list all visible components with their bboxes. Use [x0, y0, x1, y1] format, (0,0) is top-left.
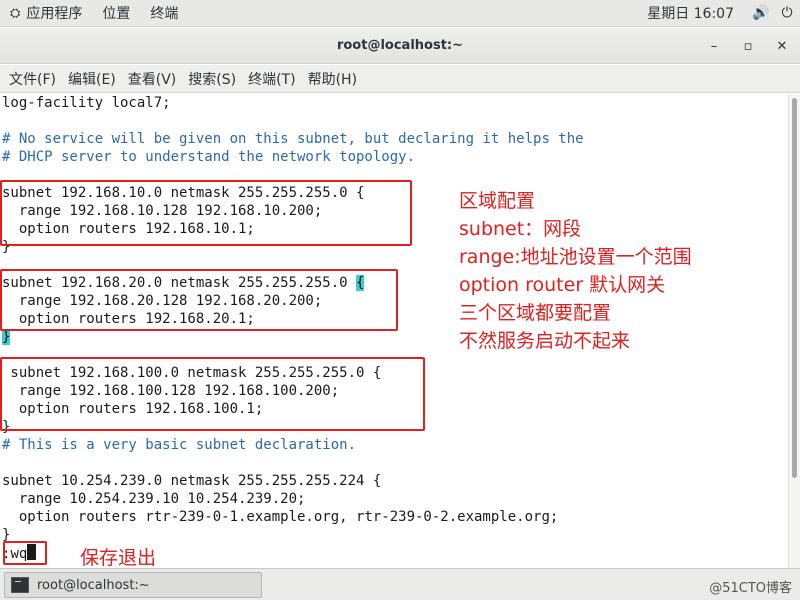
watermark: @51CTO博客 [709, 581, 792, 596]
menu-view[interactable]: 查看(V) [122, 69, 183, 89]
terminal-line: range 10.254.239.10 10.254.239.20; [2, 491, 306, 507]
apps-icon: ⛭ [10, 5, 21, 21]
menu-search[interactable]: 搜索(S) [182, 69, 242, 89]
annotation-save-note: 保存退出 [80, 547, 157, 569]
menu-help[interactable]: 帮助(H) [302, 69, 363, 89]
annotation-box-subnet-10 [0, 180, 412, 246]
annotation-box-subnet-20 [0, 269, 398, 331]
window-titlebar[interactable]: root@localhost:~ – ▫ ✕ [0, 28, 800, 64]
annotation-note: 三个区域都要配置 [459, 302, 612, 324]
taskbar-terminal-item[interactable]: root@localhost:~ [4, 572, 262, 598]
scrollbar-thumb[interactable] [792, 98, 797, 478]
terminal-line: subnet 10.254.239.0 netmask 255.255.255.… [2, 473, 382, 489]
menu-file[interactable]: 文件(F) [3, 69, 62, 89]
terminal-line: # No service will be given on this subne… [2, 131, 584, 147]
maximize-button[interactable]: ▫ [737, 35, 759, 57]
clock[interactable]: 星期日 16:07 [633, 3, 748, 23]
taskbar-item-label: root@localhost:~ [37, 577, 150, 593]
annotation-note: range:地址池设置一个范围 [459, 246, 692, 268]
annotation-note: 不然服务启动不起来 [459, 330, 631, 352]
annotation-note: 区域配置 [459, 190, 536, 212]
matched-close-brace: } [2, 329, 11, 345]
applications-menu[interactable]: ⛭ 应用程序 [0, 0, 92, 27]
terminal-app-menu[interactable]: 终端 [140, 0, 188, 27]
close-button[interactable]: ✕ [771, 35, 793, 57]
terminal-icon [11, 577, 29, 593]
terminal-line: # This is a very basic subnet declaratio… [2, 437, 357, 453]
top-panel: ⛭ 应用程序 位置 终端 星期日 16:07 🔊 ⏻ [0, 0, 800, 27]
menubar: 文件(F) 编辑(E) 查看(V) 搜索(S) 终端(T) 帮助(H) [0, 65, 800, 93]
terminal-scrollbar[interactable] [788, 94, 800, 568]
menu-terminal[interactable]: 终端(T) [242, 69, 301, 89]
terminal-line: # DHCP server to understand the network … [2, 149, 416, 165]
annotation-box-subnet-100 [0, 357, 425, 431]
terminal-line: log-facility local7; [2, 95, 171, 111]
terminal-area[interactable]: log-facility local7; # No service will b… [0, 94, 788, 568]
taskbar: root@localhost:~ @51CTO博客 [0, 568, 800, 600]
power-icon[interactable]: ⏻ [774, 0, 800, 27]
minimize-button[interactable]: – [703, 35, 725, 57]
places-menu[interactable]: 位置 [92, 0, 140, 27]
annotation-note: subnet：网段 [459, 218, 582, 240]
menu-edit[interactable]: 编辑(E) [62, 69, 122, 89]
speaker-icon[interactable]: 🔊 [748, 0, 774, 27]
applications-menu-label: 应用程序 [26, 6, 83, 22]
annotation-box-wq [3, 541, 47, 565]
annotation-note: option router 默认网关 [459, 274, 666, 296]
terminal-line: option routers rtr-239-0-1.example.org, … [2, 509, 559, 525]
window-title: root@localhost:~ [336, 38, 464, 53]
